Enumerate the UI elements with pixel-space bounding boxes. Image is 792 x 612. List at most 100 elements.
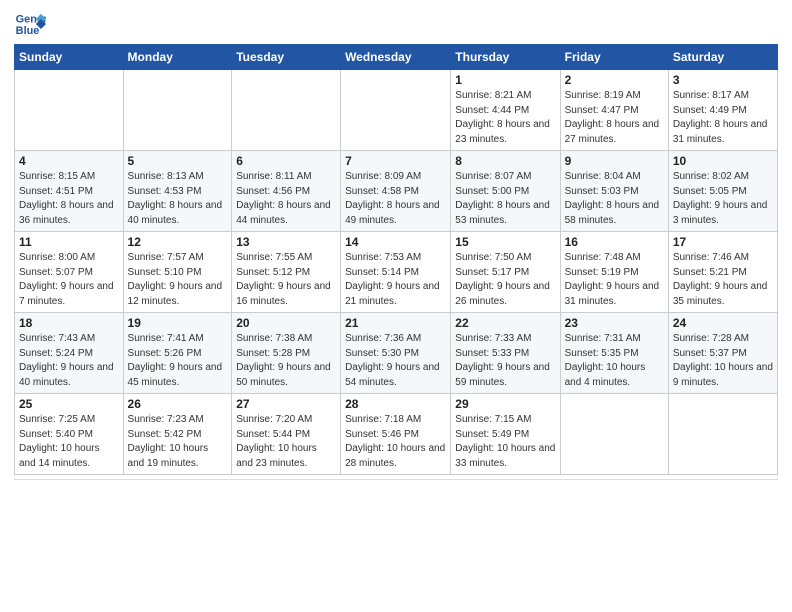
- day-number: 27: [236, 397, 336, 411]
- day-number: 6: [236, 154, 336, 168]
- calendar-cell: 14Sunrise: 7:53 AMSunset: 5:14 PMDayligh…: [341, 232, 451, 313]
- svg-text:Blue: Blue: [16, 25, 40, 37]
- day-number: 19: [128, 316, 228, 330]
- calendar-cell: 17 Sunrise: 7:46 AMSunset: 5:21 PMDayligh…: [668, 232, 777, 313]
- day-number: 10: [673, 154, 773, 168]
- weekday-header-monday: Monday: [123, 45, 232, 70]
- weekday-header-row: SundayMondayTuesdayWednesdayThursdayFrid…: [15, 45, 778, 70]
- day-info: Sunrise: 7:43 AMSunset: 5:24 PMDaylight:…: [19, 332, 119, 390]
- day-info: Sunrise: 7:46 AMSunset: 5:21 PMDaylight:…: [673, 251, 773, 309]
- calendar-cell: 1Sunrise: 8:21 AMSunset: 4:44 PMDaylight…: [451, 70, 560, 151]
- calendar-cell: 16Sunrise: 7:48 AMSunset: 5:19 PMDayligh…: [560, 232, 668, 313]
- calendar-cell: 20Sunrise: 7:38 AMSunset: 5:28 PMDayligh…: [232, 313, 341, 394]
- day-info: Sunrise: 8:21 AMSunset: 4:44 PMDaylight:…: [455, 89, 555, 147]
- weekday-header-sunday: Sunday: [15, 45, 124, 70]
- day-info: Sunrise: 7:33 AMSunset: 5:33 PMDaylight:…: [455, 332, 555, 390]
- day-number: 21: [345, 316, 446, 330]
- page: General Blue SundayMondayTuesdayWednesda…: [0, 0, 792, 612]
- calendar-cell: 3Sunrise: 8:17 AMSunset: 4:49 PMDaylight…: [668, 70, 777, 151]
- weekday-header-wednesday: Wednesday: [341, 45, 451, 70]
- day-number: 12: [128, 235, 228, 249]
- day-number: 17: [673, 235, 773, 249]
- calendar-cell: 27 Sunrise: 7:20 AMSunset: 5:44 PMDayligh…: [232, 394, 341, 475]
- day-number: 5: [128, 154, 228, 168]
- day-info: Sunrise: 7:18 AMSunset: 5:46 PMDaylight:…: [345, 413, 446, 471]
- day-number: 16: [565, 235, 664, 249]
- calendar-cell: 11 Sunrise: 8:00 AMSunset: 5:07 PMDayligh…: [15, 232, 124, 313]
- calendar-cell: 6 Sunrise: 8:11 AMSunset: 4:56 PMDaylight…: [232, 151, 341, 232]
- day-info: Sunrise: 7:55 AMSunset: 5:12 PMDaylight:…: [236, 251, 336, 309]
- weekday-header-saturday: Saturday: [668, 45, 777, 70]
- daylight-footer: [14, 479, 778, 483]
- day-number: 13: [236, 235, 336, 249]
- day-info: Sunrise: 8:15 AMSunset: 4:51 PMDaylight:…: [19, 170, 119, 228]
- weekday-header-friday: Friday: [560, 45, 668, 70]
- day-number: 7: [345, 154, 446, 168]
- calendar-cell: 2 Sunrise: 8:19 AMSunset: 4:47 PMDaylight…: [560, 70, 668, 151]
- calendar-cell: 26 Sunrise: 7:23 AMSunset: 5:42 PMDayligh…: [123, 394, 232, 475]
- calendar-cell: [668, 394, 777, 475]
- day-number: 2: [565, 73, 664, 87]
- day-number: 29: [455, 397, 555, 411]
- weekday-header-tuesday: Tuesday: [232, 45, 341, 70]
- day-number: 22: [455, 316, 555, 330]
- calendar-cell: 9 Sunrise: 8:04 AMSunset: 5:03 PMDaylight…: [560, 151, 668, 232]
- day-number: 9: [565, 154, 664, 168]
- calendar-cell: [232, 70, 341, 151]
- day-number: 15: [455, 235, 555, 249]
- day-info: Sunrise: 7:25 AMSunset: 5:40 PMDaylight:…: [19, 413, 119, 471]
- calendar-cell: 5 Sunrise: 8:13 AMSunset: 4:53 PMDaylight…: [123, 151, 232, 232]
- day-info: Sunrise: 7:41 AMSunset: 5:26 PMDaylight:…: [128, 332, 228, 390]
- day-info: Sunrise: 8:11 AMSunset: 4:56 PMDaylight:…: [236, 170, 336, 228]
- week-row-2: 4Sunrise: 8:15 AMSunset: 4:51 PMDaylight…: [15, 151, 778, 232]
- calendar-cell: 7 Sunrise: 8:09 AMSunset: 4:58 PMDaylight…: [341, 151, 451, 232]
- day-number: 18: [19, 316, 119, 330]
- day-number: 24: [673, 316, 773, 330]
- calendar-cell: 15Sunrise: 7:50 AMSunset: 5:17 PMDayligh…: [451, 232, 560, 313]
- day-number: 25: [19, 397, 119, 411]
- day-info: Sunrise: 8:00 AMSunset: 5:07 PMDaylight:…: [19, 251, 119, 309]
- logo-icon: General Blue: [14, 10, 46, 38]
- day-info: Sunrise: 8:04 AMSunset: 5:03 PMDaylight:…: [565, 170, 664, 228]
- day-number: 23: [565, 316, 664, 330]
- weekday-header-thursday: Thursday: [451, 45, 560, 70]
- day-number: 11: [19, 235, 119, 249]
- day-info: Sunrise: 8:17 AMSunset: 4:49 PMDaylight:…: [673, 89, 773, 147]
- week-row-4: 18 Sunrise: 7:43 AMSunset: 5:24 PMDayligh…: [15, 313, 778, 394]
- day-info: Sunrise: 7:15 AMSunset: 5:49 PMDaylight:…: [455, 413, 555, 471]
- day-info: Sunrise: 8:07 AMSunset: 5:00 PMDaylight:…: [455, 170, 555, 228]
- calendar-cell: 12 Sunrise: 7:57 AMSunset: 5:10 PMDayligh…: [123, 232, 232, 313]
- day-info: Sunrise: 8:02 AMSunset: 5:05 PMDaylight:…: [673, 170, 773, 228]
- header: General Blue: [14, 10, 778, 38]
- calendar-cell: 8Sunrise: 8:07 AMSunset: 5:00 PMDaylight…: [451, 151, 560, 232]
- calendar-cell: [560, 394, 668, 475]
- logo: General Blue: [14, 10, 46, 38]
- day-info: Sunrise: 7:28 AMSunset: 5:37 PMDaylight:…: [673, 332, 773, 390]
- calendar-cell: 24 Sunrise: 7:28 AMSunset: 5:37 PMDayligh…: [668, 313, 777, 394]
- day-number: 28: [345, 397, 446, 411]
- day-info: Sunrise: 7:36 AMSunset: 5:30 PMDaylight:…: [345, 332, 446, 390]
- day-info: Sunrise: 7:57 AMSunset: 5:10 PMDaylight:…: [128, 251, 228, 309]
- calendar-cell: 22 Sunrise: 7:33 AMSunset: 5:33 PMDayligh…: [451, 313, 560, 394]
- week-row-5: 25 Sunrise: 7:25 AMSunset: 5:40 PMDayligh…: [15, 394, 778, 475]
- day-number: 26: [128, 397, 228, 411]
- calendar-cell: 18 Sunrise: 7:43 AMSunset: 5:24 PMDayligh…: [15, 313, 124, 394]
- day-info: Sunrise: 8:19 AMSunset: 4:47 PMDaylight:…: [565, 89, 664, 147]
- calendar-cell: 28 Sunrise: 7:18 AMSunset: 5:46 PMDayligh…: [341, 394, 451, 475]
- day-info: Sunrise: 8:13 AMSunset: 4:53 PMDaylight:…: [128, 170, 228, 228]
- calendar-cell: [123, 70, 232, 151]
- week-row-3: 11 Sunrise: 8:00 AMSunset: 5:07 PMDayligh…: [15, 232, 778, 313]
- calendar-table: SundayMondayTuesdayWednesdayThursdayFrid…: [14, 44, 778, 475]
- week-row-1: 1Sunrise: 8:21 AMSunset: 4:44 PMDaylight…: [15, 70, 778, 151]
- calendar-cell: 4Sunrise: 8:15 AMSunset: 4:51 PMDaylight…: [15, 151, 124, 232]
- day-info: Sunrise: 7:20 AMSunset: 5:44 PMDaylight:…: [236, 413, 336, 471]
- day-info: Sunrise: 8:09 AMSunset: 4:58 PMDaylight:…: [345, 170, 446, 228]
- day-info: Sunrise: 7:31 AMSunset: 5:35 PMDaylight:…: [565, 332, 664, 390]
- calendar-cell: 29 Sunrise: 7:15 AMSunset: 5:49 PMDayligh…: [451, 394, 560, 475]
- calendar-cell: [341, 70, 451, 151]
- calendar-cell: 23 Sunrise: 7:31 AMSunset: 5:35 PMDayligh…: [560, 313, 668, 394]
- calendar-cell: [15, 70, 124, 151]
- calendar-cell: 19 Sunrise: 7:41 AMSunset: 5:26 PMDayligh…: [123, 313, 232, 394]
- day-info: Sunrise: 7:23 AMSunset: 5:42 PMDaylight:…: [128, 413, 228, 471]
- calendar-cell: 21 Sunrise: 7:36 AMSunset: 5:30 PMDayligh…: [341, 313, 451, 394]
